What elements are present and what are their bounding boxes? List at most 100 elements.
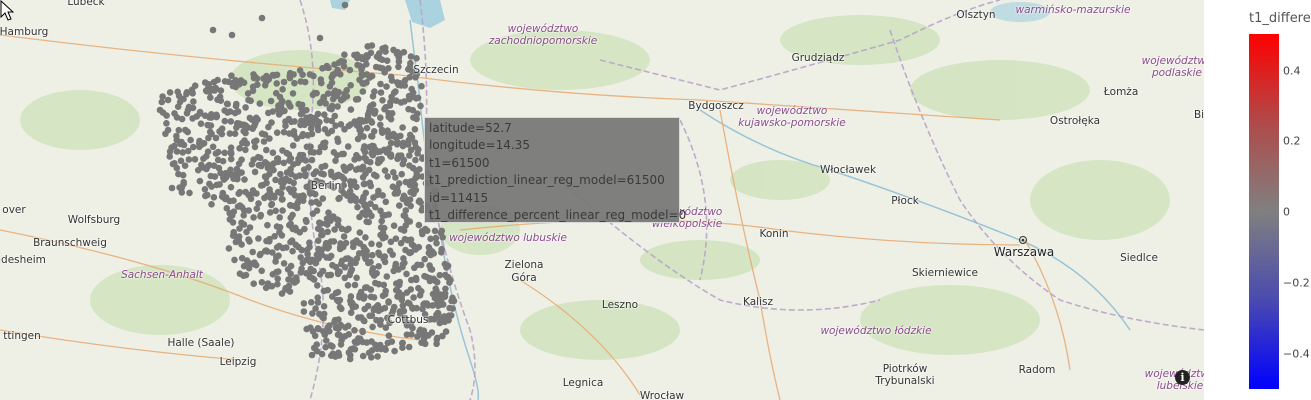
data-point[interactable] <box>324 130 332 137</box>
data-point[interactable] <box>343 226 350 234</box>
data-point[interactable] <box>234 203 242 210</box>
info-icon[interactable]: i <box>1175 370 1190 385</box>
data-point[interactable] <box>336 304 344 311</box>
data-point[interactable] <box>408 93 416 100</box>
data-point[interactable] <box>331 226 338 233</box>
data-point[interactable] <box>443 274 451 281</box>
data-point[interactable] <box>183 89 191 96</box>
data-point[interactable] <box>425 332 432 339</box>
data-point[interactable] <box>169 160 177 168</box>
data-point[interactable] <box>286 130 293 137</box>
data-point[interactable] <box>385 65 392 72</box>
data-point[interactable] <box>310 170 318 178</box>
data-point[interactable] <box>395 152 402 159</box>
data-point[interactable] <box>361 201 369 208</box>
data-point[interactable] <box>162 130 169 138</box>
map-canvas[interactable]: Lübeck Hamburg Szczecin Bydgoszcz Grudziądz O… <box>0 0 1204 400</box>
data-point[interactable] <box>340 175 348 183</box>
data-point[interactable] <box>427 235 434 243</box>
data-point[interactable] <box>274 158 282 166</box>
data-point[interactable] <box>379 192 387 199</box>
data-point[interactable] <box>156 106 164 114</box>
data-point[interactable] <box>433 311 440 319</box>
data-point[interactable] <box>163 120 170 127</box>
data-point[interactable] <box>322 100 330 107</box>
data-point[interactable] <box>381 304 389 312</box>
data-point[interactable] <box>359 88 367 95</box>
data-point[interactable] <box>359 328 367 336</box>
data-point[interactable] <box>394 138 401 146</box>
data-point[interactable] <box>330 238 338 245</box>
data-point[interactable] <box>249 248 256 256</box>
data-point[interactable] <box>164 96 172 104</box>
data-point[interactable] <box>418 82 425 90</box>
data-point[interactable] <box>270 192 277 200</box>
data-point[interactable] <box>200 155 207 162</box>
data-point[interactable] <box>287 238 294 246</box>
data-point[interactable] <box>280 78 288 86</box>
data-point[interactable] <box>258 14 266 22</box>
data-point[interactable] <box>221 117 229 125</box>
data-point[interactable] <box>351 338 359 346</box>
data-point[interactable] <box>320 303 328 310</box>
data-point[interactable] <box>399 263 406 271</box>
data-point[interactable] <box>314 110 322 118</box>
data-point[interactable] <box>272 258 279 265</box>
data-point[interactable] <box>419 230 426 238</box>
data-point[interactable] <box>390 169 397 176</box>
data-point[interactable] <box>334 135 341 143</box>
data-point[interactable] <box>366 74 374 81</box>
data-point[interactable] <box>290 71 297 78</box>
data-point[interactable] <box>436 296 444 303</box>
data-point[interactable] <box>264 221 271 229</box>
data-point[interactable] <box>414 94 422 102</box>
data-point[interactable] <box>347 163 354 170</box>
data-point[interactable] <box>392 235 400 242</box>
data-point[interactable] <box>390 89 398 96</box>
data-point[interactable] <box>318 163 326 171</box>
data-point[interactable] <box>333 324 341 331</box>
data-point[interactable] <box>327 252 335 260</box>
data-point[interactable] <box>346 66 354 74</box>
data-point[interactable] <box>313 207 321 214</box>
data-point[interactable] <box>438 249 445 256</box>
data-point[interactable] <box>261 173 269 180</box>
data-point[interactable] <box>413 173 421 180</box>
data-point[interactable] <box>308 130 316 138</box>
data-point[interactable] <box>385 299 392 306</box>
data-point[interactable] <box>236 145 243 152</box>
data-point[interactable] <box>163 112 170 119</box>
data-point[interactable] <box>216 128 223 135</box>
data-point[interactable] <box>265 109 272 117</box>
data-point[interactable] <box>382 48 389 55</box>
data-point[interactable] <box>209 143 217 151</box>
data-point[interactable] <box>245 207 252 214</box>
data-point[interactable] <box>287 262 295 270</box>
data-point[interactable] <box>191 82 199 89</box>
data-point[interactable] <box>390 130 397 138</box>
data-point[interactable] <box>373 303 380 311</box>
data-point[interactable] <box>226 130 234 137</box>
data-point[interactable] <box>386 247 394 255</box>
data-point[interactable] <box>375 280 383 288</box>
data-point[interactable] <box>309 256 316 264</box>
data-point[interactable] <box>383 83 390 90</box>
data-point[interactable] <box>411 139 419 146</box>
data-point[interactable] <box>395 81 402 89</box>
data-point[interactable] <box>364 53 371 60</box>
data-point[interactable] <box>398 292 406 299</box>
data-point[interactable] <box>439 234 447 241</box>
data-point[interactable] <box>406 300 413 307</box>
data-point[interactable] <box>254 153 262 161</box>
data-point[interactable] <box>282 122 289 130</box>
data-point[interactable] <box>261 194 268 202</box>
data-point[interactable] <box>361 245 369 253</box>
data-point[interactable] <box>449 305 456 312</box>
data-point[interactable] <box>421 255 429 263</box>
data-point[interactable] <box>399 195 407 203</box>
data-point[interactable] <box>381 167 389 174</box>
data-point[interactable] <box>291 118 298 125</box>
data-point[interactable] <box>410 242 417 250</box>
data-point[interactable] <box>406 162 413 169</box>
data-point[interactable] <box>382 198 390 206</box>
